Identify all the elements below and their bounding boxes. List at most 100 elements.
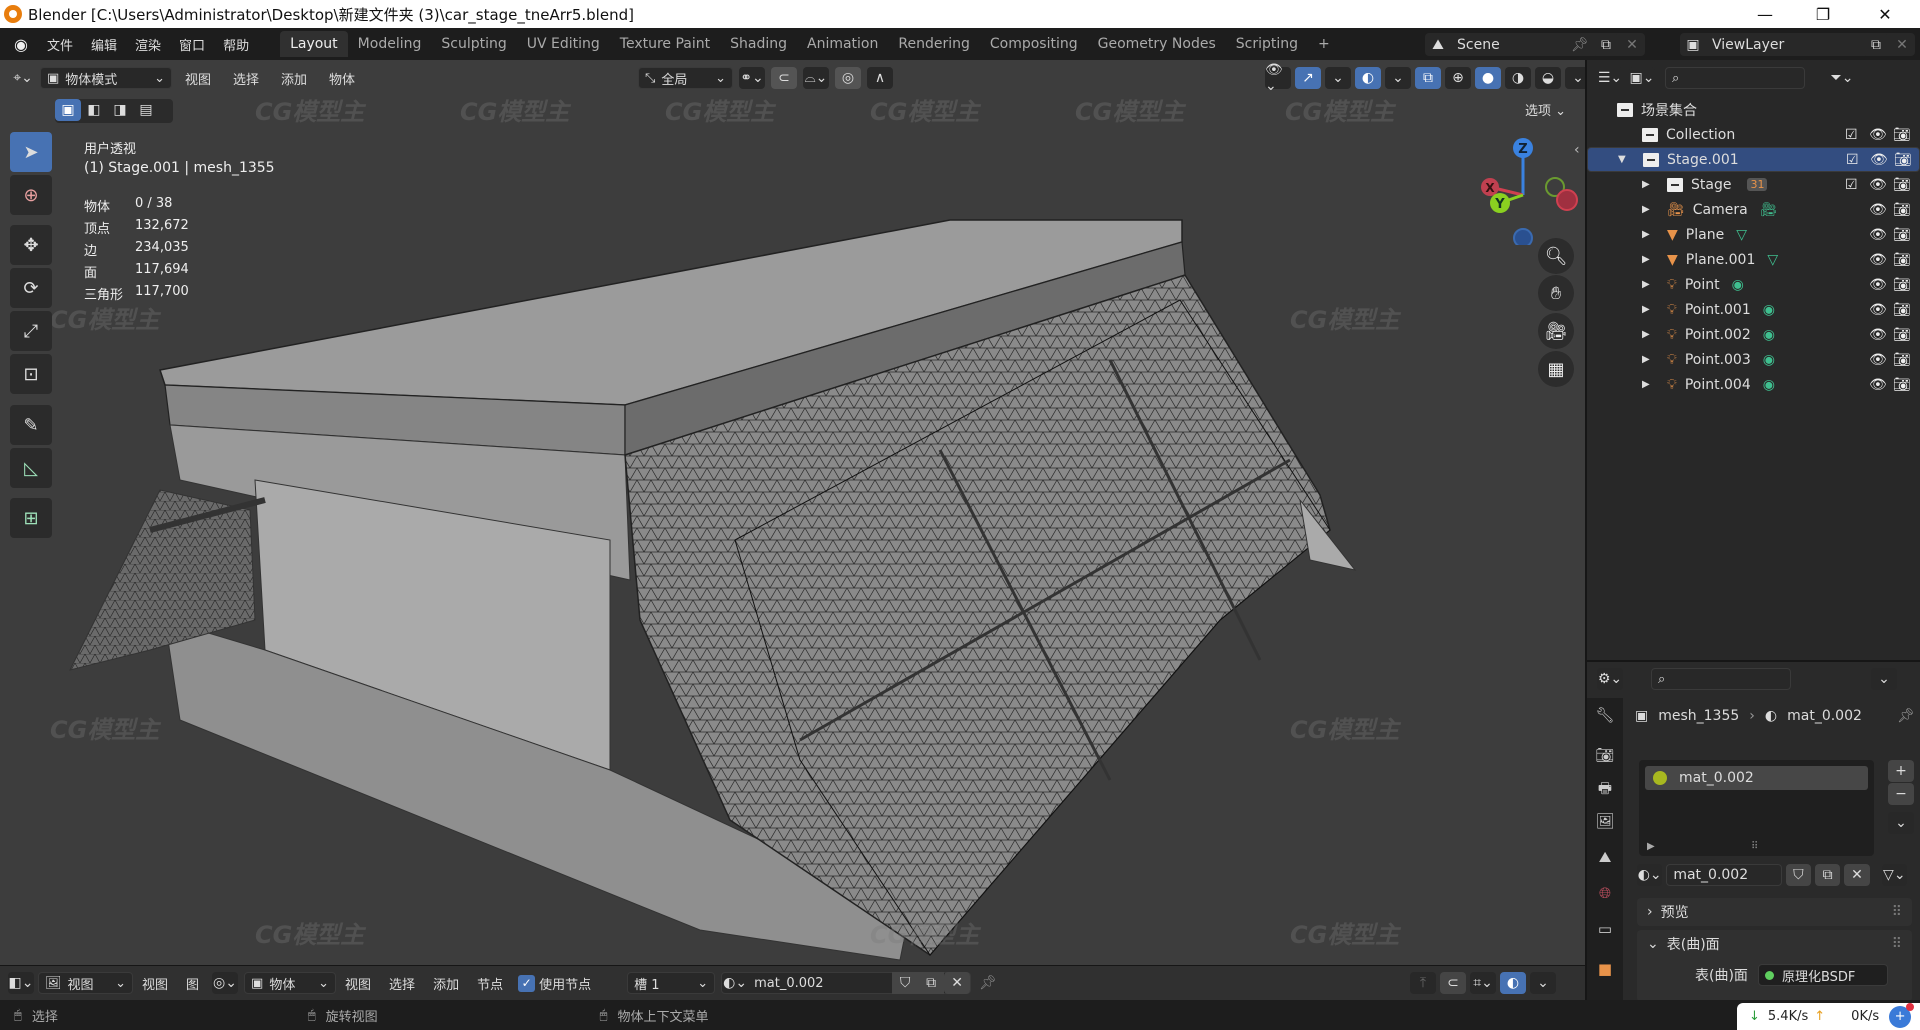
mode-selector[interactable]: ▣ 物体模式 ⌄	[40, 67, 172, 89]
viewport-menu-object[interactable]: 物体	[320, 69, 364, 88]
browse-material-icon[interactable]: ◐⌄	[1637, 864, 1663, 886]
shading-rendered-icon[interactable]: ◒	[1535, 67, 1561, 89]
light-data-icon[interactable]: ◉	[1763, 352, 1775, 368]
viewport-menu-add[interactable]: 添加	[272, 69, 316, 88]
expand-arrow-icon[interactable]: ▶	[1642, 204, 1667, 215]
overlay-toggle-icon[interactable]: ◐	[1500, 972, 1526, 994]
tab-collection-icon[interactable]: ▭	[1595, 920, 1615, 940]
shader-menu-node[interactable]: 节点	[468, 974, 512, 993]
panel-surface-header[interactable]: ⌄ 表(曲)面 ⠿	[1637, 930, 1912, 958]
ortho-toggle-button[interactable]: ▦	[1538, 351, 1574, 387]
pan-view-button[interactable]: ✋︎	[1538, 275, 1574, 311]
properties-editor-icon[interactable]: ⚙⌄	[1597, 668, 1623, 690]
unlink-material-icon[interactable]: ✕	[1844, 864, 1870, 886]
outliner-item-point-001[interactable]: ▶ 💡︎ Point.001 ◉ 👁︎ 📷︎	[1587, 297, 1920, 322]
duplicate-material-icon[interactable]: ⧉	[1814, 864, 1841, 886]
transform-orientation-selector[interactable]: ⤡ 全局 ⌄	[638, 67, 733, 89]
outliner-item-stage-001[interactable]: ▼ Stage.001 ☑ 👁︎ 📷︎	[1587, 147, 1920, 172]
menu-render[interactable]: 渲染	[126, 35, 170, 54]
gizmo-dropdown-icon[interactable]: ⌄	[1325, 67, 1351, 89]
new-scene-icon[interactable]: ⧉	[1593, 33, 1619, 56]
render-camera-icon[interactable]: 📷︎	[1893, 202, 1911, 218]
properties-search-input[interactable]: ⌕	[1651, 668, 1791, 690]
xray-toggle-icon[interactable]: ⧉	[1415, 67, 1441, 89]
viewport-menu-select[interactable]: 选择	[224, 69, 268, 88]
shading-solid-icon[interactable]: ●	[1475, 67, 1501, 89]
select-invert-icon[interactable]: ▤	[133, 99, 159, 121]
gizmo-toggle-icon[interactable]: ↗	[1295, 67, 1321, 89]
render-camera-icon[interactable]: 📷︎	[1893, 352, 1911, 368]
tool-measure[interactable]: ◺	[10, 448, 52, 488]
fake-user-icon[interactable]: ⛉	[892, 972, 919, 994]
properties-options-icon[interactable]: ⌄	[1871, 668, 1897, 690]
snap-target-icon[interactable]: ⌓⌄	[803, 67, 829, 89]
scene-selector[interactable]: ⛰ Scene 📌︎ ⧉ ✕	[1425, 33, 1645, 56]
tool-cursor[interactable]: ⊕	[10, 175, 52, 215]
visibility-selector-icon[interactable]: 👁︎⌄	[1265, 62, 1291, 94]
tool-move[interactable]: ✥	[10, 225, 52, 265]
shading-material-icon[interactable]: ◑	[1505, 67, 1531, 89]
outliner-item-point[interactable]: ▶ 💡︎ Point ◉ 👁︎ 📷︎	[1587, 272, 1920, 297]
expand-arrow-icon[interactable]: ▶	[1642, 229, 1667, 240]
render-camera-icon[interactable]: 📷︎	[1893, 377, 1911, 393]
shader-menu-view[interactable]: 视图	[133, 974, 177, 993]
tab-shading[interactable]: Shading	[720, 31, 797, 57]
tab-compositing[interactable]: Compositing	[980, 31, 1088, 57]
expand-arrow-icon[interactable]: ▶	[1642, 254, 1667, 265]
expand-arrow-icon[interactable]: ▶	[1642, 354, 1667, 365]
outliner-editor-icon[interactable]: ☰⌄	[1597, 67, 1623, 89]
tab-scripting[interactable]: Scripting	[1226, 31, 1308, 57]
outliner-item-point-003[interactable]: ▶ 💡︎ Point.003 ◉ 👁︎ 📷︎	[1587, 347, 1920, 372]
fake-user-icon[interactable]: ⛉	[1785, 864, 1811, 886]
outliner-item-plane[interactable]: ▶ ▼ Plane ▽ 👁︎ 📷︎	[1587, 222, 1920, 247]
tool-rotate[interactable]: ⟳	[10, 268, 52, 308]
tool-scale[interactable]: ⤢	[10, 311, 52, 351]
blender-menu-icon[interactable]: ◉	[10, 33, 32, 55]
shader-material-field[interactable]: ◐⌄ mat_0.002 ⛉ ⧉ ✕	[721, 972, 972, 994]
overlay-dropdown-icon[interactable]: ⌄	[1530, 972, 1556, 994]
tab-sculpting[interactable]: Sculpting	[431, 31, 516, 57]
display-mode-icon[interactable]: ▣⌄	[1629, 67, 1655, 89]
options-dropdown[interactable]: 选项 ⌄	[1525, 100, 1566, 119]
select-subtract-icon[interactable]: ◨	[107, 99, 133, 121]
camera-view-button[interactable]: 🎥︎	[1538, 313, 1574, 349]
shading-wireframe-icon[interactable]: ⊕	[1445, 67, 1471, 89]
3d-viewport[interactable]: CG模型主 CG模型主 CG模型主 CG模型主 CG模型主 CG模型主 CG模型…	[0, 60, 1585, 965]
outliner-item-point-002[interactable]: ▶ 💡︎ Point.002 ◉ 👁︎ 📷︎	[1587, 322, 1920, 347]
snap-grid-icon[interactable]: ⌗⌄	[1470, 972, 1496, 994]
eye-icon[interactable]: 👁︎	[1869, 127, 1887, 143]
panel-preview[interactable]: › 预览 ⠿	[1637, 898, 1912, 926]
camera-data-icon[interactable]: 🎥︎	[1760, 202, 1778, 218]
eye-icon[interactable]: 👁︎	[1869, 252, 1887, 268]
drag-handle-icon[interactable]: ⠿	[1892, 904, 1902, 920]
render-camera-icon[interactable]: 📷︎	[1893, 302, 1911, 318]
duplicate-material-icon[interactable]: ⧉	[918, 972, 945, 994]
tab-object-icon[interactable]: ■	[1595, 960, 1615, 980]
pin-icon[interactable]: 📌︎	[975, 972, 1001, 994]
scene-name[interactable]: Scene	[1451, 37, 1567, 53]
expand-arrow-icon[interactable]: ▶	[1642, 379, 1667, 390]
pin-icon[interactable]: 📌︎	[1897, 708, 1915, 724]
editor-type-icon[interactable]: ⌖⌄	[10, 67, 36, 89]
exclude-checkbox[interactable]: ☑	[1846, 152, 1859, 168]
select-extend-icon[interactable]: ◧	[81, 99, 107, 121]
outliner-item-plane-001[interactable]: ▶ ▼ Plane.001 ▽ 👁︎ 📷︎	[1587, 247, 1920, 272]
material-browse-icon[interactable]: ◐⌄	[722, 972, 748, 994]
overlay-dropdown-icon[interactable]: ⌄	[1385, 67, 1411, 89]
tab-output-icon[interactable]: 🖶︎	[1595, 778, 1615, 798]
viewport-menu-view[interactable]: 视图	[176, 69, 220, 88]
menu-window[interactable]: 窗口	[170, 35, 214, 54]
minimize-button[interactable]: —	[1742, 0, 1788, 28]
exclude-checkbox[interactable]: ☑	[1845, 127, 1858, 143]
eye-icon[interactable]: 👁︎	[1869, 177, 1887, 193]
material-name-field[interactable]: mat_0.002	[1666, 864, 1782, 886]
tab-layout[interactable]: Layout	[280, 31, 348, 57]
tool-transform[interactable]: ⊡	[10, 354, 52, 394]
parent-node-tree-icon[interactable]: ⤒	[1410, 972, 1436, 994]
eye-icon[interactable]: 👁︎	[1869, 352, 1887, 368]
view-layer-name[interactable]: ViewLayer	[1706, 37, 1863, 53]
accelerator-button[interactable]: +	[1889, 1002, 1915, 1028]
eye-icon[interactable]: 👁︎	[1869, 302, 1887, 318]
menu-file[interactable]: 文件	[38, 35, 82, 54]
render-camera-icon[interactable]: 📷︎	[1893, 277, 1911, 293]
